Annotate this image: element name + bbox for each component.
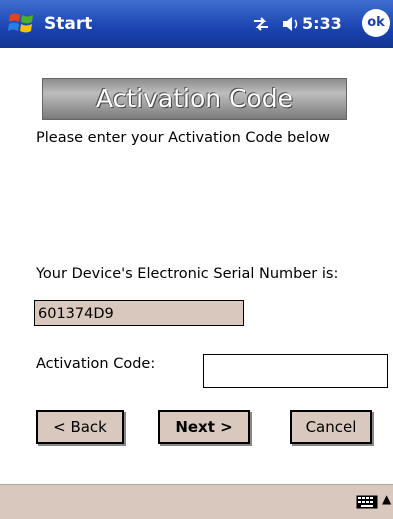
- ok-button[interactable]: ok: [362, 9, 390, 37]
- serial-number-field: 601374D9: [34, 300, 244, 326]
- windows-logo-icon[interactable]: [7, 9, 37, 37]
- page-title: Activation Code: [42, 78, 347, 120]
- connectivity-icon[interactable]: [250, 13, 272, 35]
- start-menu-label[interactable]: Start: [44, 14, 92, 34]
- activation-code-label: Activation Code:: [36, 356, 156, 372]
- serial-number-label: Your Device's Electronic Serial Number i…: [36, 266, 339, 282]
- activation-code-input[interactable]: [203, 354, 388, 388]
- keyboard-icon[interactable]: [356, 495, 378, 509]
- input-panel-bar: ▲: [0, 484, 393, 519]
- clock[interactable]: 5:33: [302, 14, 342, 33]
- volume-icon[interactable]: [280, 14, 300, 34]
- title-bar: Start 5:33 ok: [0, 0, 393, 48]
- cancel-button[interactable]: Cancel: [290, 410, 372, 444]
- instruction-text: Please enter your Activation Code below: [36, 130, 330, 146]
- sip-arrow-icon[interactable]: ▲: [382, 493, 391, 505]
- next-button[interactable]: Next >: [158, 410, 250, 444]
- back-button[interactable]: < Back: [36, 410, 124, 444]
